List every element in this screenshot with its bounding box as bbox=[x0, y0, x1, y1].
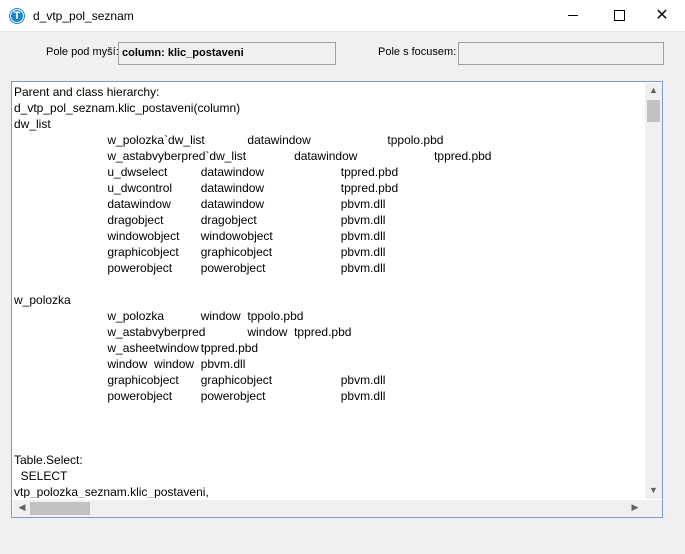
horizontal-scroll-thumb[interactable] bbox=[30, 502, 90, 515]
maximize-button[interactable] bbox=[596, 0, 642, 31]
scrollbar-corner bbox=[645, 500, 662, 517]
title-bar: T d_vtp_pol_seznam ✕ bbox=[0, 0, 685, 32]
focus-field-label: Pole s focusem: bbox=[378, 46, 457, 58]
focus-field-value bbox=[458, 42, 664, 65]
hierarchy-text[interactable]: Parent and class hierarchy: d_vtp_pol_se… bbox=[14, 84, 644, 498]
horizontal-scrollbar[interactable]: ◀ ▶ bbox=[13, 500, 645, 517]
maximize-icon bbox=[614, 10, 625, 21]
close-icon: ✕ bbox=[655, 7, 669, 24]
mouse-field-label: Pole pod myší: bbox=[46, 46, 119, 58]
scroll-up-icon[interactable]: ▲ bbox=[645, 85, 662, 95]
vertical-scrollbar[interactable]: ▲ ▼ bbox=[645, 83, 662, 499]
scroll-right-icon[interactable]: ▶ bbox=[629, 502, 641, 513]
scroll-down-icon[interactable]: ▼ bbox=[645, 485, 662, 495]
hierarchy-text-panel[interactable]: Parent and class hierarchy: d_vtp_pol_se… bbox=[11, 81, 663, 518]
minimize-button[interactable] bbox=[550, 0, 596, 31]
scroll-left-icon[interactable]: ◀ bbox=[16, 502, 28, 513]
close-button[interactable]: ✕ bbox=[639, 0, 685, 31]
mouse-field-value: column: klic_postaveni bbox=[118, 42, 336, 65]
window-title: d_vtp_pol_seznam bbox=[33, 9, 134, 23]
app-logo-icon: T bbox=[9, 8, 25, 24]
minimize-icon bbox=[568, 15, 578, 16]
vertical-scroll-thumb[interactable] bbox=[647, 100, 660, 122]
